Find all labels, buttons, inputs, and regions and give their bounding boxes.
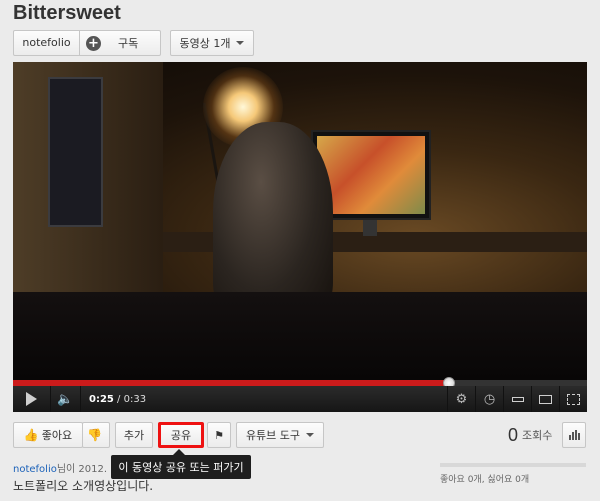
play-icon [26, 392, 37, 406]
like-label: 좋아요 [41, 429, 73, 442]
fullscreen-icon [567, 393, 580, 405]
like-button[interactable]: 👍 좋아요 [13, 422, 83, 448]
video-frame[interactable] [13, 62, 587, 380]
share-tooltip: 이 동영상 공유 또는 퍼가기 [111, 455, 251, 479]
speaker-icon: 🔈 [57, 391, 74, 407]
share-label: 공유 [170, 429, 192, 442]
view-count: 0 조회수 [508, 422, 552, 448]
tools-label: 유튜브 도구 [245, 429, 301, 442]
channel-videos-button[interactable]: 동영상 1개 [170, 30, 254, 56]
time-separator: / [113, 393, 124, 405]
plus-icon: + [86, 35, 101, 51]
chevron-down-icon [236, 41, 245, 45]
video-player[interactable]: 🔈 0:25 / 0:33 ⚙ ◷ [13, 62, 587, 412]
subscribe-button[interactable]: 구독 [118, 35, 138, 51]
player-controls: 🔈 0:25 / 0:33 ⚙ ◷ [13, 386, 587, 412]
youtube-tools-button[interactable]: 유튜브 도구 [236, 422, 324, 448]
settings-button[interactable]: ⚙ [447, 386, 475, 412]
uploader-link[interactable]: notefolio [13, 464, 57, 475]
view-count-number: 0 [508, 424, 519, 445]
video-title: Bittersweet [13, 2, 121, 24]
large-player-icon [539, 394, 552, 404]
share-button[interactable]: 공유 [158, 422, 204, 448]
thumbs-down-icon: 👎 [87, 428, 102, 442]
add-to-button[interactable]: 추가 [115, 422, 153, 448]
flag-icon: ⚑ [214, 428, 224, 442]
chevron-down-icon [306, 433, 315, 437]
duration: 0:33 [123, 393, 147, 405]
scene-monitor-stand [363, 220, 377, 236]
time-display: 0:25 / 0:33 [89, 394, 146, 405]
clock-icon: ◷ [483, 391, 496, 407]
large-player-button[interactable] [531, 386, 559, 412]
scene-foreground [13, 292, 587, 380]
bar-chart-icon [568, 430, 580, 440]
subscribe-group: notefolio + 구독 [13, 30, 161, 56]
likes-summary: 좋아요 0개, 싫어요 0개 [440, 475, 530, 485]
thumbs-up-icon: 👍 [23, 428, 39, 442]
likes-ratio-bar [440, 463, 586, 467]
current-time: 0:25 [89, 393, 114, 405]
volume-button[interactable]: 🔈 [51, 386, 81, 412]
add-label: 추가 [123, 429, 145, 442]
upload-info: notefolio님이 2012. 1 [13, 460, 117, 475]
upload-date: 님이 2012. 1 [56, 464, 117, 475]
statistics-button[interactable] [562, 422, 586, 448]
gear-icon: ⚙ [455, 391, 468, 407]
scene-poster [48, 77, 103, 227]
small-player-button[interactable] [503, 386, 531, 412]
channel-name-link[interactable]: notefolio [14, 31, 80, 55]
scene-screen [317, 136, 425, 214]
flag-button[interactable]: ⚑ [207, 422, 231, 448]
play-button[interactable] [13, 386, 51, 412]
small-player-icon [511, 396, 524, 402]
watch-later-button[interactable]: ◷ [475, 386, 503, 412]
video-description: 노트폴리오 소개영상입니다. [13, 479, 154, 493]
view-count-label: 조회수 [522, 429, 553, 442]
channel-videos-label: 동영상 1개 [179, 37, 231, 50]
fullscreen-button[interactable] [559, 386, 587, 412]
dislike-button[interactable]: 👎 [82, 422, 110, 448]
